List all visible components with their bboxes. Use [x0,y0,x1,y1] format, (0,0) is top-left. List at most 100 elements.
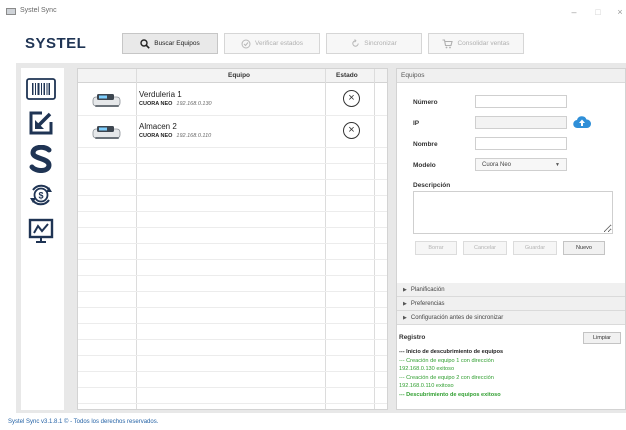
verificar-estados-label: Verificar estados [254,40,304,47]
ip-input[interactable] [475,116,567,129]
device-ip: 192.168.0.130 [176,101,212,107]
limpiar-button[interactable]: Limpiar [583,332,621,344]
cart-icon [442,38,454,48]
device-model-ip: CUORA NEO 192.168.0.110 [139,133,211,139]
planificacion-label: Planificación [410,287,445,293]
nombre-input[interactable] [475,137,567,150]
planificacion-section[interactable]: ▶ Planificación [397,283,625,297]
sidebar-item-products[interactable] [25,74,57,104]
list-header: Equipo Estado [78,69,387,83]
borrar-button[interactable]: Borrar [415,241,457,255]
row-divider [78,307,387,308]
ip-label: IP [413,120,420,127]
sync-icon [352,39,359,47]
row-divider [78,339,387,340]
scale-device-icon [92,126,121,139]
maximize-button[interactable]: □ [590,6,606,18]
close-button[interactable]: × [612,6,626,18]
chevron-down-icon: ▼ [555,162,560,168]
log-line: --- Inicio de descubrimiento de equipos [399,349,504,355]
table-row[interactable]: Verduleria 1 CUORA NEO 192.168.0.130 × [78,84,387,115]
registro-title: Registro [399,334,426,341]
triangle-right-icon: ▶ [403,287,407,293]
buscar-equipos-label: Buscar Equipos [154,40,200,47]
app-icon [6,8,16,15]
row-divider [78,355,387,356]
triangle-right-icon: ▶ [403,315,407,321]
sidebar-item-sales[interactable]: $ [25,180,57,210]
sidebar-item-systel[interactable] [25,144,57,174]
device-model: CUORA NEO [139,101,173,107]
modelo-selected-value: Cuora Neo [482,162,512,168]
sincronizar-label: Sincronizar [364,40,397,47]
preferencias-label: Preferencias [410,301,445,307]
triangle-right-icon: ▶ [403,301,407,307]
row-divider [78,323,387,324]
row-divider [78,211,387,212]
sincronizar-button[interactable]: Sincronizar [326,33,422,54]
cancelar-button[interactable]: Cancelar [463,241,507,255]
log-line: 192.168.0.110 exitoso [399,383,454,389]
sidebar-item-import[interactable] [25,108,57,138]
row-divider [78,371,387,372]
device-ip: 192.168.0.110 [176,133,212,139]
error-x-icon: × [343,90,360,107]
verificar-estados-button[interactable]: Verificar estados [224,33,320,54]
consolidar-ventas-button[interactable]: Consolidar ventas [428,33,524,54]
error-x-icon: × [343,122,360,139]
descripcion-textarea[interactable] [413,191,613,234]
barcode-icon [26,78,56,100]
device-name: Verduleria 1 [139,90,182,99]
row-divider [78,243,387,244]
check-circle-icon [241,39,251,48]
device-list: Equipo Estado Verduleria 1 CUORA NEO 192.… [77,68,388,410]
equipos-section-header: Equipos [397,69,625,83]
row-divider [78,195,387,196]
search-icon [140,38,151,49]
modelo-label: Modelo [413,162,436,169]
window-title: Systel Sync [20,7,57,14]
table-row[interactable]: Almacen 2 CUORA NEO 192.168.0.110 × [78,116,387,147]
row-divider [78,179,387,180]
device-name: Almacen 2 [139,122,177,131]
row-divider [78,147,387,148]
buscar-equipos-button[interactable]: Buscar Equipos [122,33,218,54]
column-header-estado: Estado [336,72,358,79]
row-divider [78,163,387,164]
modelo-select[interactable]: Cuora Neo ▼ [475,158,567,171]
numero-input[interactable] [475,95,567,108]
nuevo-button[interactable]: Nuevo [563,241,605,255]
descripcion-label: Descripción [413,182,451,189]
consolidar-ventas-label: Consolidar ventas [457,40,510,47]
svg-text:$: $ [38,191,43,201]
cloud-upload-icon[interactable] [573,115,591,129]
nombre-label: Nombre [413,141,438,148]
row-divider [78,275,387,276]
row-divider [78,259,387,260]
footer-copyright: Systel Sync v3.1.8.1 © - Todos los derec… [8,419,159,425]
minimize-button[interactable]: – [566,6,582,18]
right-panel: Equipos Número IP Nombre Modelo Cuora Ne… [396,68,626,410]
log-line: 192.168.0.130 exitoso [399,366,455,372]
column-header-equipo: Equipo [228,72,251,79]
device-model: CUORA NEO [139,133,173,139]
guardar-button[interactable]: Guardar [513,241,557,255]
chart-board-icon [28,218,54,243]
row-divider [78,387,387,388]
row-divider [78,403,387,404]
preferencias-section[interactable]: ▶ Preferencias [397,297,625,311]
log-line: --- Descubrimiento de equipos exitoso [399,392,501,398]
device-model-ip: CUORA NEO 192.168.0.130 [139,101,212,107]
import-arrow-icon [29,111,53,135]
scale-device-icon [92,94,121,107]
sidebar: $ [21,68,64,410]
money-cycle-icon: $ [30,184,52,206]
systel-s-icon [29,145,52,173]
configuracion-label: Configuración antes de sincronizar [410,315,504,321]
sidebar-item-reports[interactable] [25,216,57,246]
window-titlebar: Systel Sync – □ × [0,0,626,28]
row-divider [78,227,387,228]
systel-logo: SYSTEL [25,35,87,52]
configuracion-section[interactable]: ▶ Configuración antes de sincronizar [397,311,625,325]
row-divider [78,291,387,292]
